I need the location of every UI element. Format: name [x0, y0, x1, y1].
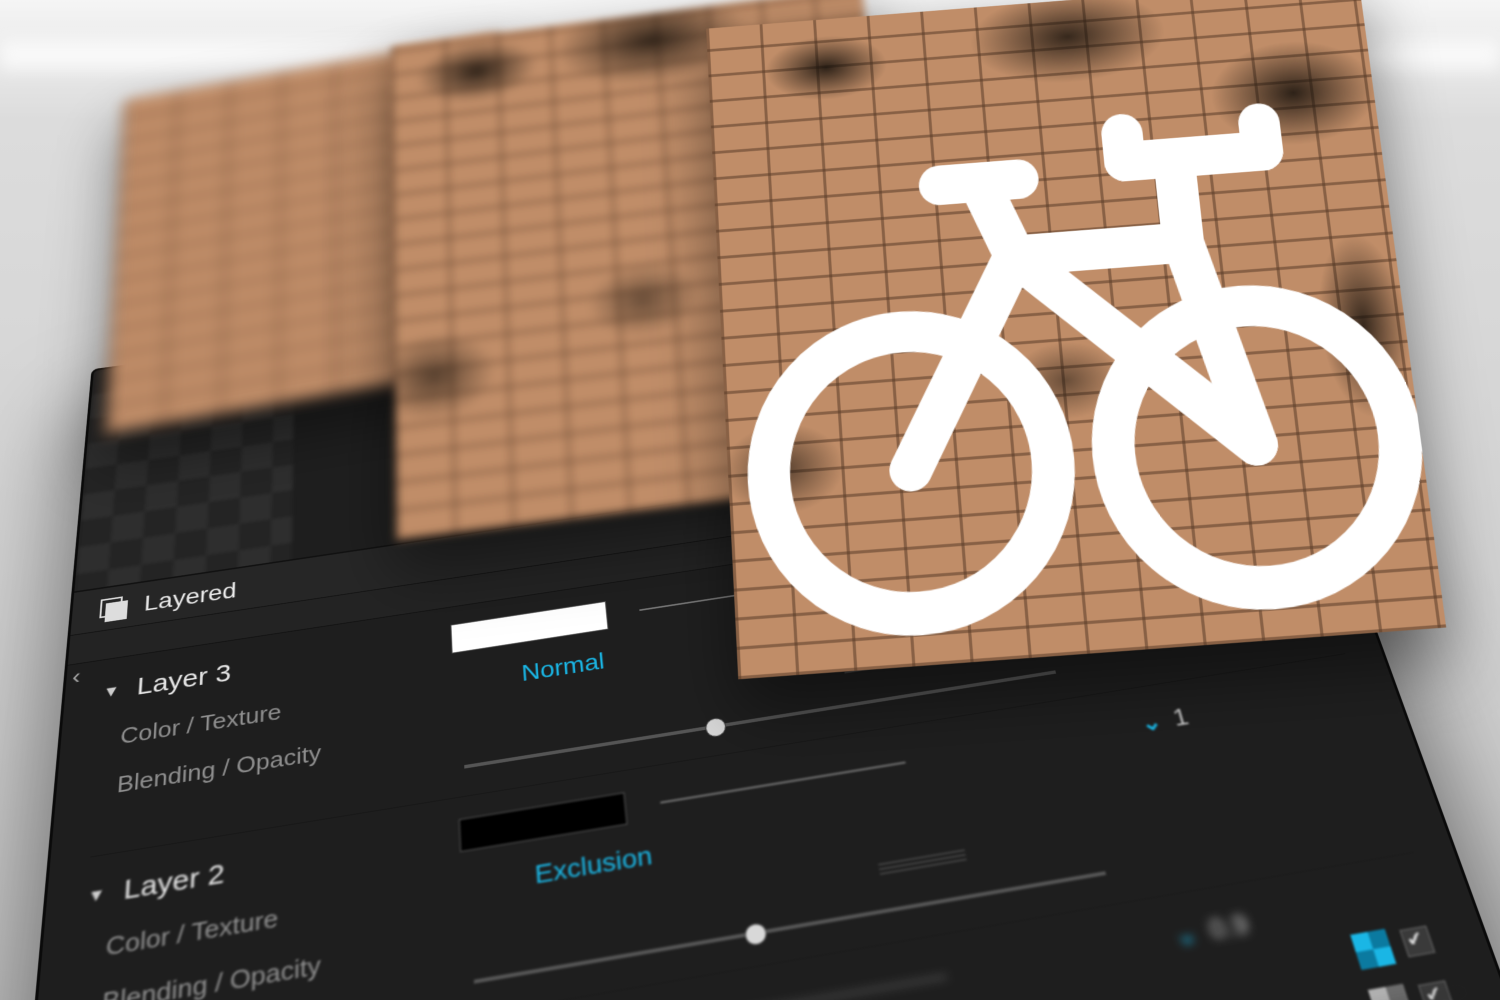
slider-knob[interactable] — [743, 922, 768, 947]
panel-title: Layered — [143, 578, 237, 617]
blend-mode-dropdown[interactable]: Normal — [521, 648, 606, 687]
opacity-value: 0.9 — [1206, 908, 1252, 945]
expand-caret-icon[interactable]: ▼ — [87, 884, 107, 907]
bicycle-icon — [706, 0, 1446, 679]
stage: Layered ‹ ▼ Layer 3 ⌄ 1 Color / Texture — [0, 0, 1500, 1000]
opacity-dropdown[interactable]: ⌄ 1 — [1137, 703, 1191, 738]
slider-knob[interactable] — [704, 716, 727, 738]
slider-track[interactable] — [684, 976, 946, 1000]
chevron-down-icon: ⌄ — [1171, 918, 1200, 952]
expand-caret-icon[interactable]: ▼ — [102, 681, 120, 701]
collapse-left-icon[interactable]: ‹ — [71, 664, 81, 691]
opacity-value: 1 — [1170, 703, 1192, 732]
chevron-down-icon: ⌄ — [1138, 708, 1165, 737]
blend-mode-dropdown[interactable]: Exclusion — [534, 841, 654, 890]
opacity-dropdown[interactable]: ⌄ 0.9 — [1171, 908, 1252, 952]
preview-tile-brick-bike — [706, 0, 1446, 679]
grip-icon[interactable] — [878, 849, 967, 877]
layered-icon — [99, 596, 126, 622]
